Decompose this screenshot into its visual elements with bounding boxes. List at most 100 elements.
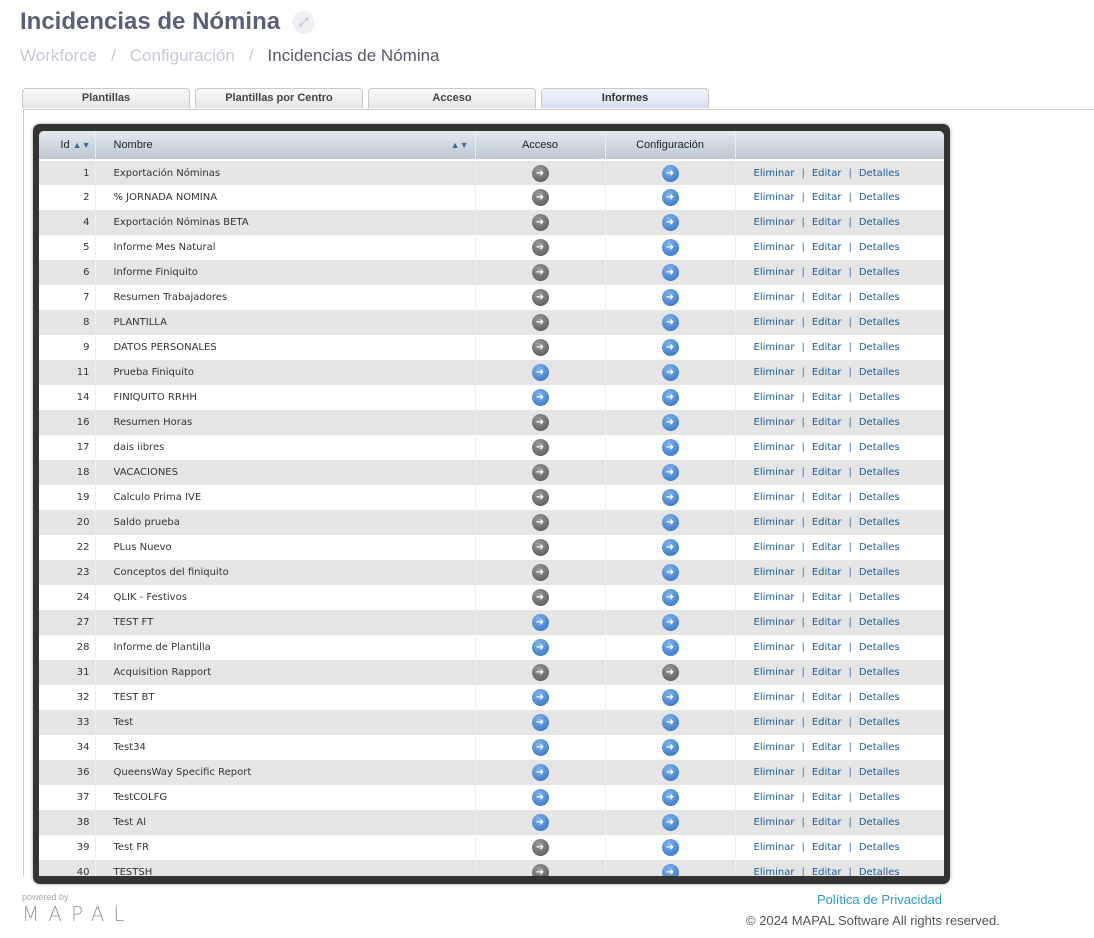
arrow-right-circle-icon[interactable]: ➜ bbox=[531, 339, 549, 356]
details-link[interactable]: Detalles bbox=[859, 692, 900, 703]
delete-link[interactable]: Eliminar bbox=[754, 642, 795, 653]
details-link[interactable]: Detalles bbox=[859, 242, 900, 253]
details-link[interactable]: Detalles bbox=[859, 168, 900, 179]
arrow-right-circle-icon[interactable]: ➜ bbox=[531, 264, 549, 281]
arrow-right-circle-icon[interactable]: ➜ bbox=[531, 664, 549, 681]
edit-link[interactable]: Editar bbox=[812, 168, 842, 179]
expand-icon[interactable]: ⤢ bbox=[292, 10, 316, 34]
delete-link[interactable]: Eliminar bbox=[754, 467, 795, 478]
breadcrumb-configuracion[interactable]: Configuración bbox=[130, 46, 235, 65]
details-link[interactable]: Detalles bbox=[859, 392, 900, 403]
sort-icon[interactable]: ▲▼ bbox=[73, 140, 91, 150]
arrow-right-circle-icon[interactable]: ➜ bbox=[531, 464, 549, 481]
arrow-right-circle-icon[interactable]: ➜ bbox=[531, 839, 549, 856]
details-link[interactable]: Detalles bbox=[859, 267, 900, 278]
edit-link[interactable]: Editar bbox=[812, 492, 842, 503]
edit-link[interactable]: Editar bbox=[812, 192, 842, 203]
delete-link[interactable]: Eliminar bbox=[754, 692, 795, 703]
delete-link[interactable]: Eliminar bbox=[754, 517, 795, 528]
arrow-right-circle-icon[interactable]: ➜ bbox=[661, 689, 679, 706]
delete-link[interactable]: Eliminar bbox=[754, 617, 795, 628]
arrow-right-circle-icon[interactable]: ➜ bbox=[661, 239, 679, 256]
arrow-right-circle-icon[interactable]: ➜ bbox=[661, 764, 679, 781]
arrow-right-circle-icon[interactable]: ➜ bbox=[661, 664, 679, 681]
edit-link[interactable]: Editar bbox=[812, 617, 842, 628]
arrow-right-circle-icon[interactable]: ➜ bbox=[531, 389, 549, 406]
edit-link[interactable]: Editar bbox=[812, 592, 842, 603]
delete-link[interactable]: Eliminar bbox=[754, 742, 795, 753]
delete-link[interactable]: Eliminar bbox=[754, 767, 795, 778]
delete-link[interactable]: Eliminar bbox=[754, 667, 795, 678]
edit-link[interactable]: Editar bbox=[812, 717, 842, 728]
arrow-right-circle-icon[interactable]: ➜ bbox=[531, 739, 549, 756]
details-link[interactable]: Detalles bbox=[859, 217, 900, 228]
column-nombre[interactable]: Nombre ▲▼ bbox=[95, 131, 476, 161]
details-link[interactable]: Detalles bbox=[859, 292, 900, 303]
delete-link[interactable]: Eliminar bbox=[754, 867, 795, 876]
edit-link[interactable]: Editar bbox=[812, 242, 842, 253]
arrow-right-circle-icon[interactable]: ➜ bbox=[531, 639, 549, 656]
edit-link[interactable]: Editar bbox=[812, 467, 842, 478]
edit-link[interactable]: Editar bbox=[812, 767, 842, 778]
delete-link[interactable]: Eliminar bbox=[754, 267, 795, 278]
details-link[interactable]: Detalles bbox=[859, 617, 900, 628]
arrow-right-circle-icon[interactable]: ➜ bbox=[661, 614, 679, 631]
edit-link[interactable]: Editar bbox=[812, 442, 842, 453]
details-link[interactable]: Detalles bbox=[859, 592, 900, 603]
arrow-right-circle-icon[interactable]: ➜ bbox=[531, 439, 549, 456]
tab-acceso[interactable]: Acceso bbox=[368, 88, 536, 108]
details-link[interactable]: Detalles bbox=[859, 867, 900, 876]
details-link[interactable]: Detalles bbox=[859, 667, 900, 678]
arrow-right-circle-icon[interactable]: ➜ bbox=[531, 364, 549, 381]
arrow-right-circle-icon[interactable]: ➜ bbox=[661, 439, 679, 456]
details-link[interactable]: Detalles bbox=[859, 642, 900, 653]
delete-link[interactable]: Eliminar bbox=[754, 567, 795, 578]
edit-link[interactable]: Editar bbox=[812, 417, 842, 428]
details-link[interactable]: Detalles bbox=[859, 317, 900, 328]
edit-link[interactable]: Editar bbox=[812, 642, 842, 653]
arrow-right-circle-icon[interactable]: ➜ bbox=[531, 489, 549, 506]
delete-link[interactable]: Eliminar bbox=[754, 542, 795, 553]
delete-link[interactable]: Eliminar bbox=[754, 792, 795, 803]
details-link[interactable]: Detalles bbox=[859, 742, 900, 753]
arrow-right-circle-icon[interactable]: ➜ bbox=[661, 789, 679, 806]
arrow-right-circle-icon[interactable]: ➜ bbox=[661, 739, 679, 756]
delete-link[interactable]: Eliminar bbox=[754, 817, 795, 828]
privacy-policy-link[interactable]: Política de Privacidad bbox=[817, 892, 942, 907]
arrow-right-circle-icon[interactable]: ➜ bbox=[661, 639, 679, 656]
arrow-right-circle-icon[interactable]: ➜ bbox=[661, 464, 679, 481]
edit-link[interactable]: Editar bbox=[812, 217, 842, 228]
details-link[interactable]: Detalles bbox=[859, 817, 900, 828]
edit-link[interactable]: Editar bbox=[812, 742, 842, 753]
edit-link[interactable]: Editar bbox=[812, 667, 842, 678]
edit-link[interactable]: Editar bbox=[812, 292, 842, 303]
edit-link[interactable]: Editar bbox=[812, 392, 842, 403]
edit-link[interactable]: Editar bbox=[812, 542, 842, 553]
edit-link[interactable]: Editar bbox=[812, 342, 842, 353]
delete-link[interactable]: Eliminar bbox=[754, 168, 795, 179]
arrow-right-circle-icon[interactable]: ➜ bbox=[661, 814, 679, 831]
arrow-right-circle-icon[interactable]: ➜ bbox=[531, 714, 549, 731]
details-link[interactable]: Detalles bbox=[859, 442, 900, 453]
details-link[interactable]: Detalles bbox=[859, 842, 900, 853]
details-link[interactable]: Detalles bbox=[859, 342, 900, 353]
arrow-right-circle-icon[interactable]: ➜ bbox=[531, 314, 549, 331]
details-link[interactable]: Detalles bbox=[859, 542, 900, 553]
tab-informes[interactable]: Informes bbox=[541, 88, 709, 108]
delete-link[interactable]: Eliminar bbox=[754, 392, 795, 403]
details-link[interactable]: Detalles bbox=[859, 567, 900, 578]
arrow-right-circle-icon[interactable]: ➜ bbox=[661, 539, 679, 556]
arrow-right-circle-icon[interactable]: ➜ bbox=[661, 264, 679, 281]
edit-link[interactable]: Editar bbox=[812, 692, 842, 703]
details-link[interactable]: Detalles bbox=[859, 717, 900, 728]
arrow-right-circle-icon[interactable]: ➜ bbox=[661, 489, 679, 506]
arrow-right-circle-icon[interactable]: ➜ bbox=[661, 164, 679, 182]
delete-link[interactable]: Eliminar bbox=[754, 592, 795, 603]
arrow-right-circle-icon[interactable]: ➜ bbox=[661, 339, 679, 356]
edit-link[interactable]: Editar bbox=[812, 817, 842, 828]
edit-link[interactable]: Editar bbox=[812, 792, 842, 803]
arrow-right-circle-icon[interactable]: ➜ bbox=[531, 414, 549, 431]
arrow-right-circle-icon[interactable]: ➜ bbox=[531, 514, 549, 531]
arrow-right-circle-icon[interactable]: ➜ bbox=[661, 714, 679, 731]
arrow-right-circle-icon[interactable]: ➜ bbox=[661, 514, 679, 531]
